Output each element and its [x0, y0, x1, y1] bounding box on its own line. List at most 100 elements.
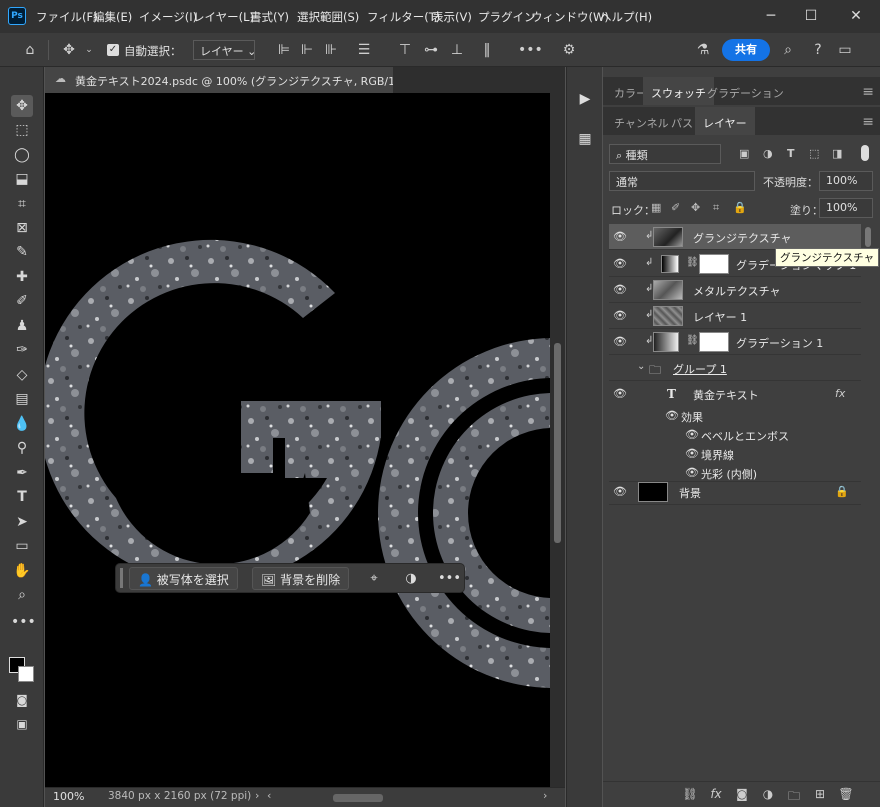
- folder-icon[interactable]: 🗀: [785, 787, 803, 803]
- chevron-down-icon[interactable]: ⌄: [80, 41, 98, 59]
- adjustment-layer-icon[interactable]: ◑: [759, 787, 777, 803]
- eye-icon[interactable]: 👁: [613, 230, 627, 244]
- align-center-icon[interactable]: ⊩: [298, 41, 316, 59]
- frame-tool-icon[interactable]: ⊠: [11, 217, 33, 239]
- distribute-icon[interactable]: ☰: [355, 41, 373, 59]
- workspace-icon[interactable]: ▭: [836, 41, 854, 59]
- new-layer-icon[interactable]: ⊞: [811, 787, 829, 803]
- scroll-thumb[interactable]: [865, 227, 871, 247]
- panel-menu-icon[interactable]: ≡: [862, 114, 874, 130]
- minimize-icon[interactable]: ─: [760, 6, 782, 26]
- align-top-icon[interactable]: ⊤: [396, 41, 414, 59]
- move-tool-icon[interactable]: ✥: [60, 41, 78, 59]
- zoom-tool-icon[interactable]: ⌕: [11, 584, 33, 606]
- filter-kind-dropdown[interactable]: ⌕ 種類: [609, 144, 721, 164]
- chevron-down-icon[interactable]: ⌄: [637, 361, 645, 372]
- crop-tool-icon[interactable]: ⌗: [11, 193, 33, 215]
- menu-layer[interactable]: レイヤー(L): [193, 9, 254, 25]
- fx-icon[interactable]: fx: [835, 387, 845, 400]
- lasso-tool-icon[interactable]: ◯: [11, 144, 33, 166]
- menu-edit[interactable]: 編集(E): [93, 9, 132, 25]
- lock-transparency-icon[interactable]: ▦: [651, 201, 661, 214]
- remove-background-button[interactable]: 🖼 背景を削除: [252, 567, 350, 590]
- close-icon[interactable]: ✕: [845, 6, 867, 26]
- menu-image[interactable]: イメージ(I): [139, 9, 197, 25]
- eye-icon[interactable]: 👁: [613, 335, 627, 349]
- scrollbar-thumb[interactable]: [554, 343, 561, 543]
- menu-plugins[interactable]: プラグイン: [478, 9, 536, 25]
- share-button[interactable]: 共有: [722, 39, 770, 61]
- drag-handle[interactable]: [120, 568, 123, 588]
- more-options-icon[interactable]: •••: [438, 569, 461, 589]
- align-left-icon[interactable]: ⊫: [275, 41, 293, 59]
- mask-icon[interactable]: ◙: [733, 787, 751, 803]
- link-icon[interactable]: ⛓: [681, 787, 699, 803]
- more-options-icon[interactable]: •••: [518, 41, 543, 59]
- layer-group-row[interactable]: ⌄ 🗀 グループ 1: [609, 355, 861, 381]
- auto-select-checkbox[interactable]: ✓: [107, 44, 119, 56]
- align-right-icon[interactable]: ⊪: [322, 41, 340, 59]
- fill-input[interactable]: 100%: [819, 198, 873, 218]
- tab-layers[interactable]: レイヤー: [695, 107, 755, 135]
- home-icon[interactable]: ⌂: [21, 41, 39, 59]
- shape-filter-icon[interactable]: ⬚: [809, 147, 819, 160]
- effects-row[interactable]: 👁 効果: [609, 406, 861, 426]
- lock-position-icon[interactable]: ✥: [691, 201, 700, 214]
- menu-select[interactable]: 選択範囲(S): [297, 9, 359, 25]
- smart-object-filter-icon[interactable]: ◨: [832, 147, 842, 160]
- play-icon[interactable]: ▶: [575, 89, 595, 109]
- effect-row[interactable]: 👁 境界線: [609, 444, 861, 463]
- eye-icon[interactable]: 👁: [613, 283, 627, 297]
- chevron-right-icon[interactable]: ›: [543, 789, 547, 802]
- blur-tool-icon[interactable]: 💧: [11, 413, 33, 435]
- eraser-tool-icon[interactable]: ◇: [11, 364, 33, 386]
- pixel-filter-icon[interactable]: ▣: [739, 147, 749, 160]
- eye-icon[interactable]: 👁: [613, 257, 627, 271]
- dodge-tool-icon[interactable]: ⚲: [11, 437, 33, 459]
- zoom-level[interactable]: 100%: [53, 790, 84, 803]
- canvas[interactable]: [45, 93, 550, 787]
- eye-icon[interactable]: 👁: [685, 428, 699, 441]
- transform-icon[interactable]: ⌖: [364, 569, 384, 589]
- align-middle-icon[interactable]: ⊶: [422, 41, 440, 59]
- eye-icon[interactable]: 👁: [613, 387, 627, 401]
- layer-row[interactable]: 👁 ↲ メタルテクスチャ: [609, 277, 861, 303]
- background-color-swatch[interactable]: [18, 666, 34, 682]
- distribute-vertical-icon[interactable]: ‖: [478, 41, 496, 59]
- marquee-tool-icon[interactable]: ⬚: [11, 119, 33, 141]
- help-icon[interactable]: ?: [809, 41, 827, 59]
- filter-toggle[interactable]: [861, 145, 869, 161]
- effect-row[interactable]: 👁 ベベルとエンボス: [609, 425, 861, 444]
- chevron-right-icon[interactable]: ›: [255, 789, 259, 802]
- gradient-tool-icon[interactable]: ▤: [11, 388, 33, 410]
- history-brush-icon[interactable]: ✑: [11, 339, 33, 361]
- screen-mode-icon[interactable]: ▣: [11, 713, 33, 735]
- layer-row[interactable]: 👁 背景 🔒: [609, 479, 861, 505]
- type-tool-icon[interactable]: T: [11, 486, 33, 508]
- chevron-left-icon[interactable]: ‹: [267, 789, 271, 802]
- type-filter-icon[interactable]: T: [787, 147, 795, 160]
- path-select-tool-icon[interactable]: ➤: [11, 511, 33, 533]
- lock-pixels-icon[interactable]: ✐: [671, 201, 680, 214]
- horizontal-scrollbar-thumb[interactable]: [333, 794, 383, 802]
- object-select-tool-icon[interactable]: ⬓: [11, 168, 33, 190]
- eye-icon[interactable]: 👁: [685, 466, 699, 479]
- layer-row[interactable]: 👁 ↲ ⛓ グラデーション 1: [609, 329, 861, 355]
- menu-type[interactable]: 書式(Y): [250, 9, 289, 25]
- pen-tool-icon[interactable]: ✒: [11, 462, 33, 484]
- image-icon[interactable]: ▦: [575, 129, 595, 149]
- blend-mode-dropdown[interactable]: 通常: [609, 171, 755, 191]
- maximize-icon[interactable]: ☐: [800, 6, 822, 26]
- layer-row[interactable]: 👁 ↲ レイヤー 1: [609, 303, 861, 329]
- quick-mask-icon[interactable]: ◙: [11, 689, 33, 711]
- lock-artboard-icon[interactable]: ⌗: [713, 201, 719, 215]
- healing-tool-icon[interactable]: ✚: [11, 266, 33, 288]
- eye-icon[interactable]: 👁: [613, 309, 627, 323]
- eye-icon[interactable]: 👁: [613, 485, 627, 499]
- rectangle-tool-icon[interactable]: ▭: [11, 535, 33, 557]
- align-bottom-icon[interactable]: ⊥: [448, 41, 466, 59]
- brush-tool-icon[interactable]: ✐: [11, 290, 33, 312]
- move-tool-icon[interactable]: ✥: [11, 95, 33, 117]
- menu-help[interactable]: ヘルプ(H): [600, 9, 652, 25]
- eye-icon[interactable]: 👁: [665, 409, 679, 422]
